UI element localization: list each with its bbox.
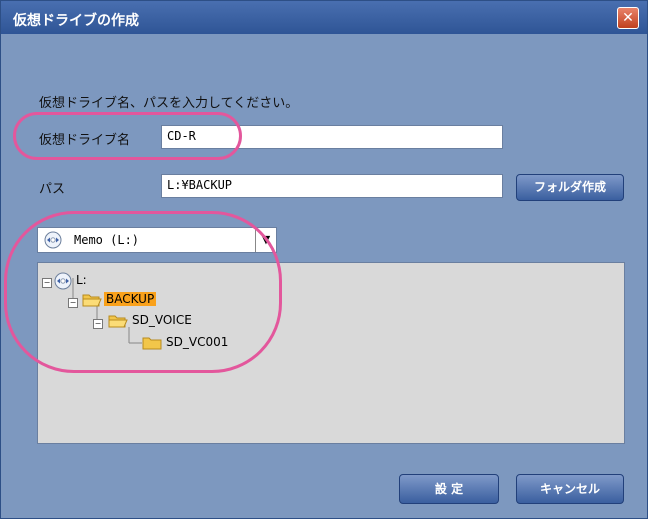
title-bar: 仮想ドライブの作成 ✕ bbox=[1, 1, 647, 34]
annotation-circle bbox=[4, 211, 282, 373]
instruction-text: 仮想ドライブ名、パスを入力してください。 bbox=[39, 96, 299, 111]
close-icon[interactable]: ✕ bbox=[617, 7, 639, 29]
path-label: パス bbox=[39, 182, 66, 197]
path-input[interactable]: L:¥BACKUP bbox=[161, 174, 503, 198]
cancel-button[interactable]: キャンセル bbox=[516, 474, 624, 504]
ok-button[interactable]: 設 定 bbox=[399, 474, 499, 504]
create-folder-button[interactable]: フォルダ作成 bbox=[516, 174, 624, 201]
annotation-circle bbox=[13, 112, 242, 160]
window-title: 仮想ドライブの作成 bbox=[13, 13, 139, 29]
